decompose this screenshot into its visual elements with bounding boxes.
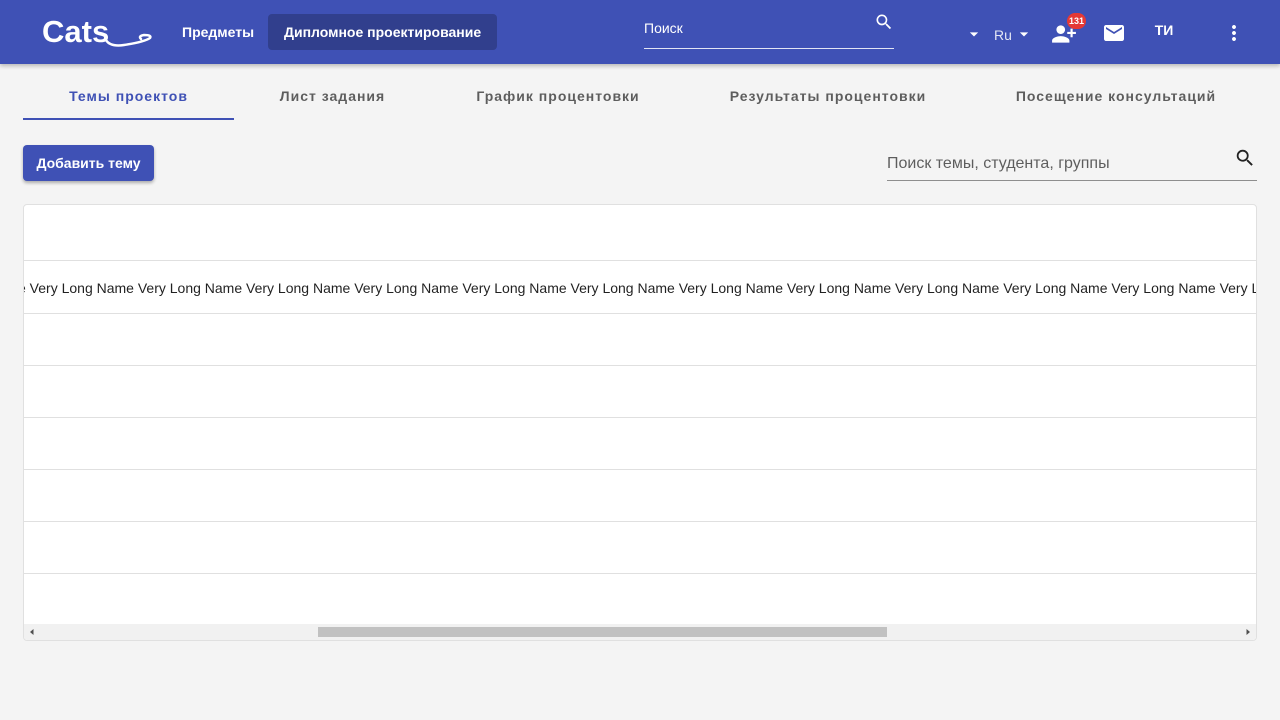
table-header <box>24 205 1256 261</box>
tab-consultation-attendance[interactable]: Посещение консультаций <box>971 72 1261 120</box>
header-search <box>644 12 894 49</box>
notifications-badge: 131 <box>1067 13 1087 29</box>
scroll-right-arrow-icon[interactable] <box>1244 628 1252 636</box>
language-dropdown-icon[interactable] <box>1014 24 1034 44</box>
topic-name-cell: e Very Long Name Very Long Name Very Lon… <box>24 280 1256 296</box>
more-vert-icon[interactable] <box>1222 21 1246 45</box>
tab-project-topics[interactable]: Темы проектов <box>23 72 234 120</box>
project-tabs: Темы проектов Лист задания График процен… <box>23 72 1257 120</box>
table-row[interactable] <box>24 418 1256 470</box>
scroll-left-arrow-icon[interactable] <box>28 628 36 636</box>
table-row[interactable] <box>24 366 1256 418</box>
tab-percentage-schedule[interactable]: График процентовки <box>431 72 685 120</box>
search-icon[interactable] <box>1234 147 1256 169</box>
arrow-drop-down-icon[interactable] <box>964 24 984 44</box>
table-row[interactable] <box>24 470 1256 522</box>
tab-percentage-results[interactable]: Результаты процентовки <box>685 72 971 120</box>
topics-table: e Very Long Name Very Long Name Very Lon… <box>23 204 1257 641</box>
mail-icon[interactable] <box>1102 21 1126 45</box>
topic-search <box>887 144 1257 181</box>
nav-subjects[interactable]: Предметы <box>166 14 270 50</box>
table-viewport: e Very Long Name Very Long Name Very Lon… <box>24 205 1256 625</box>
table-row[interactable] <box>24 574 1256 625</box>
table-row[interactable] <box>24 522 1256 574</box>
cats-logo[interactable]: Cats <box>40 14 154 50</box>
table-row[interactable]: e Very Long Name Very Long Name Very Lon… <box>24 262 1256 314</box>
scrollbar-thumb[interactable] <box>318 627 887 637</box>
active-tab-indicator <box>23 118 234 120</box>
tab-task-sheet[interactable]: Лист задания <box>234 72 431 120</box>
search-icon[interactable] <box>874 12 894 32</box>
add-topic-button[interactable]: Добавить тему <box>23 145 154 181</box>
header-search-input[interactable] <box>644 18 859 38</box>
horizontal-scrollbar[interactable] <box>24 624 1256 640</box>
language-select[interactable]: Ru <box>994 27 1012 43</box>
table-row[interactable] <box>24 314 1256 366</box>
top-app-bar: Cats Предметы Дипломное проектирование R… <box>0 0 1280 64</box>
logo-tail <box>104 33 152 47</box>
logo-text: Cats <box>42 14 109 49</box>
nav-diploma-design[interactable]: Дипломное проектирование <box>268 14 498 50</box>
user-avatar[interactable]: ТИ <box>1148 22 1180 38</box>
topic-search-input[interactable] <box>887 154 1217 174</box>
